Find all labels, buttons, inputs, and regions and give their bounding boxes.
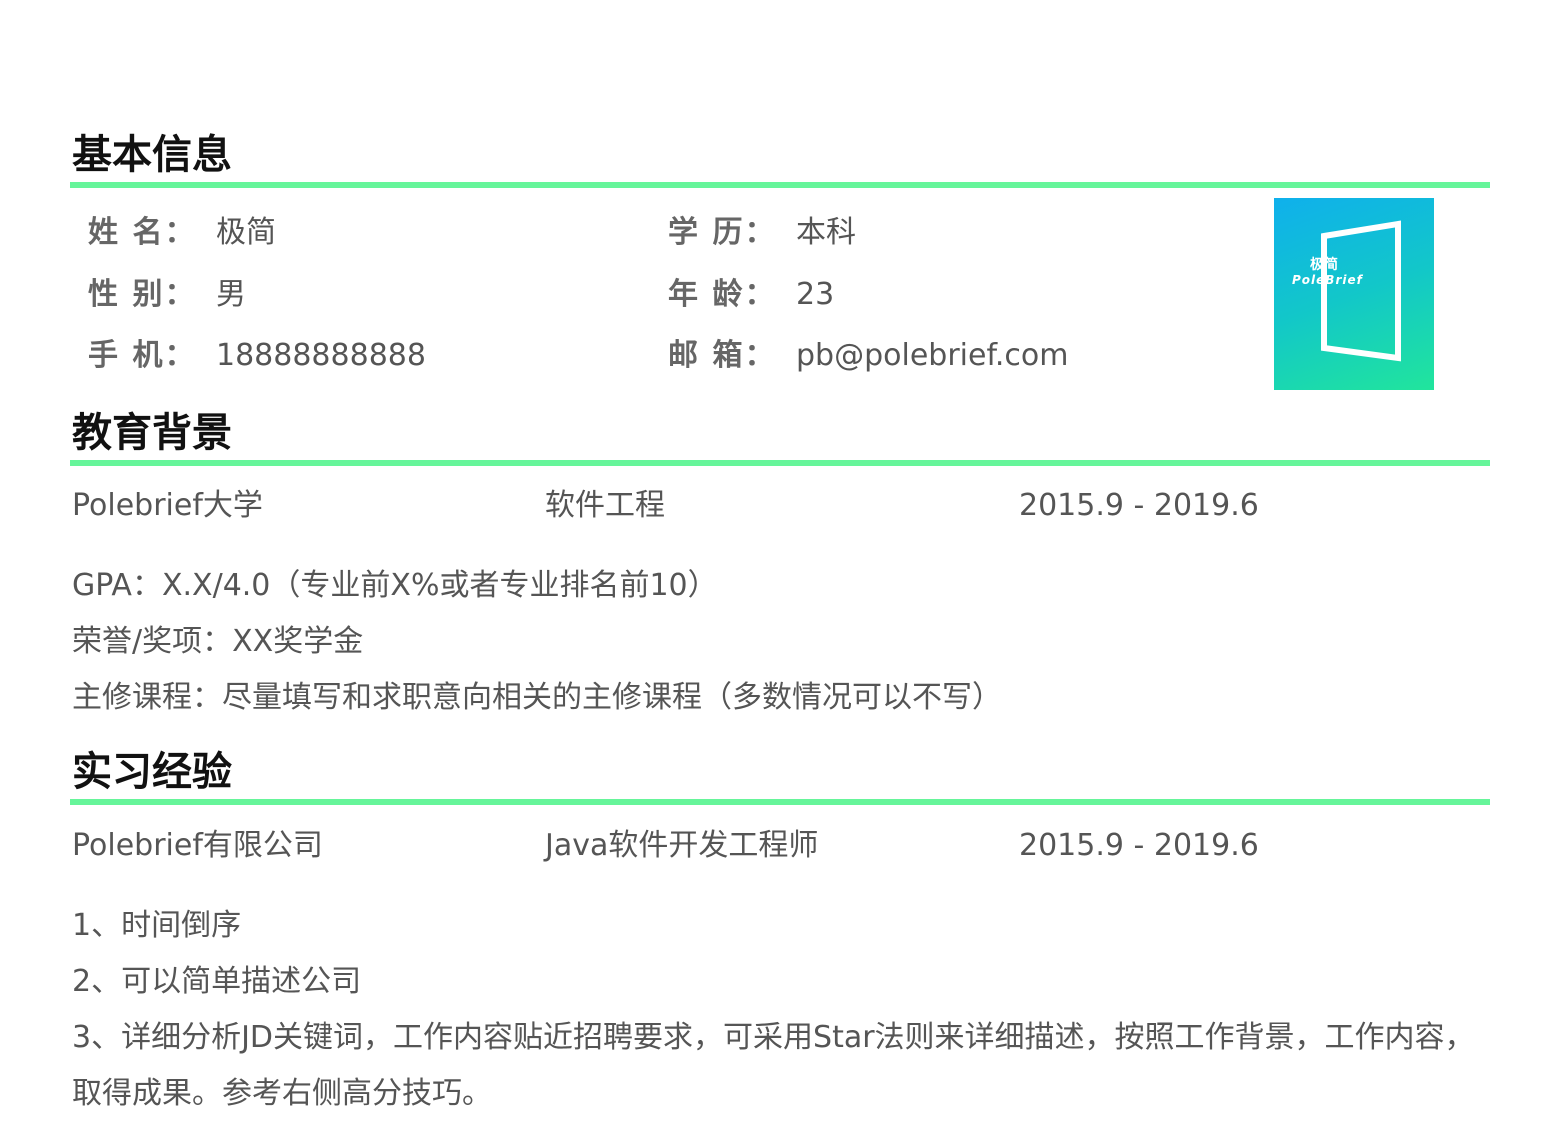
- info-value: pb@polebrief.com: [796, 338, 1069, 373]
- info-gender: 性 别： 男: [88, 275, 246, 315]
- education-detail: 荣誉/奖项：XX奖学金: [72, 624, 364, 659]
- info-value: 极简: [216, 215, 276, 250]
- info-value: 本科: [796, 215, 856, 250]
- info-education: 学 历： 本科: [668, 213, 856, 253]
- info-label: 手 机：: [88, 338, 197, 373]
- section-title-education: 教育背景: [72, 410, 232, 456]
- section-divider: [70, 182, 1490, 188]
- info-label: 年 龄：: [668, 277, 777, 312]
- internship-detail: 2、可以简单描述公司: [72, 964, 362, 999]
- info-label: 邮 箱：: [668, 338, 777, 373]
- info-value: 男: [216, 277, 246, 312]
- info-value: 18888888888: [216, 338, 426, 373]
- internship-period: 2015.9 - 2019.6: [1019, 828, 1259, 863]
- education-period: 2015.9 - 2019.6: [1019, 488, 1259, 523]
- door-logo-icon: [1321, 220, 1401, 362]
- info-label: 性 别：: [88, 277, 197, 312]
- profile-photo: 极简 PoleBrief: [1274, 198, 1434, 390]
- education-detail: 主修课程：尽量填写和求职意向相关的主修课程（多数情况可以不写）: [72, 680, 1002, 715]
- education-major: 软件工程: [545, 488, 665, 523]
- education-detail: GPA：X.X/4.0（专业前X%或者专业排名前10）: [72, 568, 718, 603]
- internship-detail: 1、时间倒序: [72, 908, 242, 943]
- info-value: 23: [796, 277, 835, 312]
- internship-detail: 3、详细分析JD关键词，工作内容贴近招聘要求，可采用Star法则来详细描述，按照…: [72, 1020, 1475, 1111]
- info-age: 年 龄： 23: [668, 275, 834, 315]
- info-label: 姓 名：: [88, 215, 197, 250]
- section-divider: [70, 799, 1490, 805]
- photo-caption-cn: 极简: [1310, 257, 1338, 273]
- info-email: 邮 箱： pb@polebrief.com: [668, 336, 1068, 376]
- section-title-internship: 实习经验: [72, 749, 232, 795]
- internship-position: Java软件开发工程师: [545, 828, 819, 863]
- info-name: 姓 名： 极简: [88, 213, 276, 253]
- section-divider: [70, 460, 1490, 466]
- section-title-basic-info: 基本信息: [72, 132, 232, 178]
- education-school: Polebrief大学: [72, 488, 263, 523]
- photo-caption-en: PoleBrief: [1292, 273, 1363, 287]
- internship-company: Polebrief有限公司: [72, 828, 323, 863]
- info-label: 学 历：: [668, 215, 777, 250]
- info-phone: 手 机： 18888888888: [88, 336, 426, 376]
